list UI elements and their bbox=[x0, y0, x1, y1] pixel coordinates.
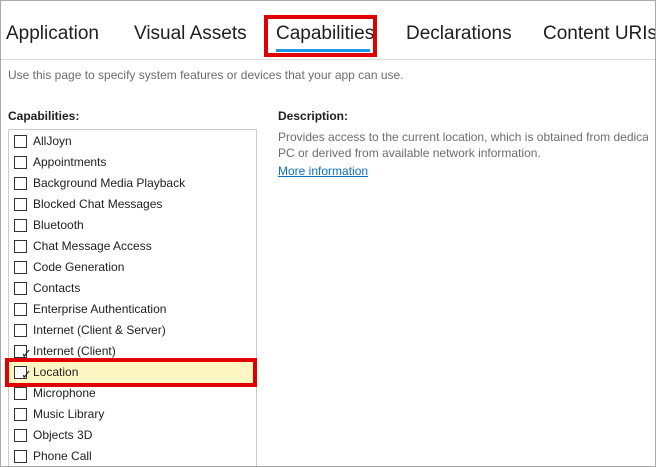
capability-item[interactable]: Enterprise Authentication bbox=[9, 299, 256, 320]
tab-declarations[interactable]: Declarations bbox=[406, 23, 512, 45]
more-information-link[interactable]: More information bbox=[278, 164, 368, 178]
capability-label: Microphone bbox=[33, 386, 96, 400]
capability-label: Enterprise Authentication bbox=[33, 302, 167, 316]
checkbox[interactable] bbox=[14, 282, 27, 295]
tab-bar: Application Visual Assets Capabilities D… bbox=[1, 1, 655, 60]
checkbox[interactable] bbox=[14, 135, 27, 148]
capability-item[interactable]: Code Generation bbox=[9, 257, 256, 278]
tab-highlight-box bbox=[264, 15, 377, 57]
capabilities-list[interactable]: AllJoyn Appointments Background Media Play… bbox=[8, 129, 257, 466]
capability-label: Background Media Playback bbox=[33, 176, 186, 190]
capability-label: Music Library bbox=[33, 407, 105, 421]
description-text: Provides access to the current location,… bbox=[278, 130, 648, 160]
capability-label: Internet (Client) bbox=[33, 344, 116, 358]
checkbox[interactable] bbox=[14, 156, 27, 169]
manifest-designer: Application Visual Assets Capabilities D… bbox=[0, 0, 656, 467]
capability-label: Objects 3D bbox=[33, 428, 93, 442]
capability-item[interactable]: Blocked Chat Messages bbox=[9, 194, 256, 215]
tab-content-uris[interactable]: Content URIs bbox=[543, 23, 655, 45]
checkbox[interactable] bbox=[14, 429, 27, 442]
checkbox[interactable] bbox=[14, 408, 27, 421]
capability-label: Contacts bbox=[33, 281, 81, 295]
tab-application[interactable]: Application bbox=[6, 23, 99, 45]
checkbox[interactable] bbox=[14, 303, 27, 316]
capability-label: AllJoyn bbox=[33, 134, 72, 148]
capability-item[interactable]: Phone Call bbox=[9, 446, 256, 466]
checkbox[interactable] bbox=[14, 387, 27, 400]
capability-item[interactable]: Background Media Playback bbox=[9, 173, 256, 194]
description-heading: Description: bbox=[278, 109, 349, 123]
capability-label: Phone Call bbox=[33, 449, 92, 463]
capability-label: Blocked Chat Messages bbox=[33, 197, 163, 211]
checkbox[interactable] bbox=[14, 450, 27, 463]
capabilities-heading: Capabilities: bbox=[8, 109, 80, 123]
capability-label: Internet (Client & Server) bbox=[33, 323, 166, 337]
page-intro-text: Use this page to specify system features… bbox=[8, 68, 404, 82]
checkbox[interactable] bbox=[14, 240, 27, 253]
capability-item[interactable]: Chat Message Access bbox=[9, 236, 256, 257]
capability-label: Chat Message Access bbox=[33, 239, 152, 253]
capability-item[interactable]: Contacts bbox=[9, 278, 256, 299]
capability-label: Bluetooth bbox=[33, 218, 84, 232]
checkbox[interactable] bbox=[14, 219, 27, 232]
checkbox[interactable] bbox=[14, 198, 27, 211]
capability-item[interactable]: AllJoyn bbox=[9, 131, 256, 152]
capability-item[interactable]: Appointments bbox=[9, 152, 256, 173]
checkbox[interactable] bbox=[14, 324, 27, 337]
capability-label: Code Generation bbox=[33, 260, 125, 274]
capability-item[interactable]: Music Library bbox=[9, 404, 256, 425]
capability-item[interactable]: Objects 3D bbox=[9, 425, 256, 446]
location-highlight-box bbox=[5, 358, 257, 387]
checkbox[interactable]: ✓ bbox=[14, 345, 32, 360]
capability-label: Appointments bbox=[33, 155, 107, 169]
tab-visual-assets[interactable]: Visual Assets bbox=[134, 23, 247, 45]
capability-item[interactable]: Bluetooth bbox=[9, 215, 256, 236]
checkbox[interactable] bbox=[14, 261, 27, 274]
capability-item[interactable]: Internet (Client & Server) bbox=[9, 320, 256, 341]
checkbox[interactable] bbox=[14, 177, 27, 190]
